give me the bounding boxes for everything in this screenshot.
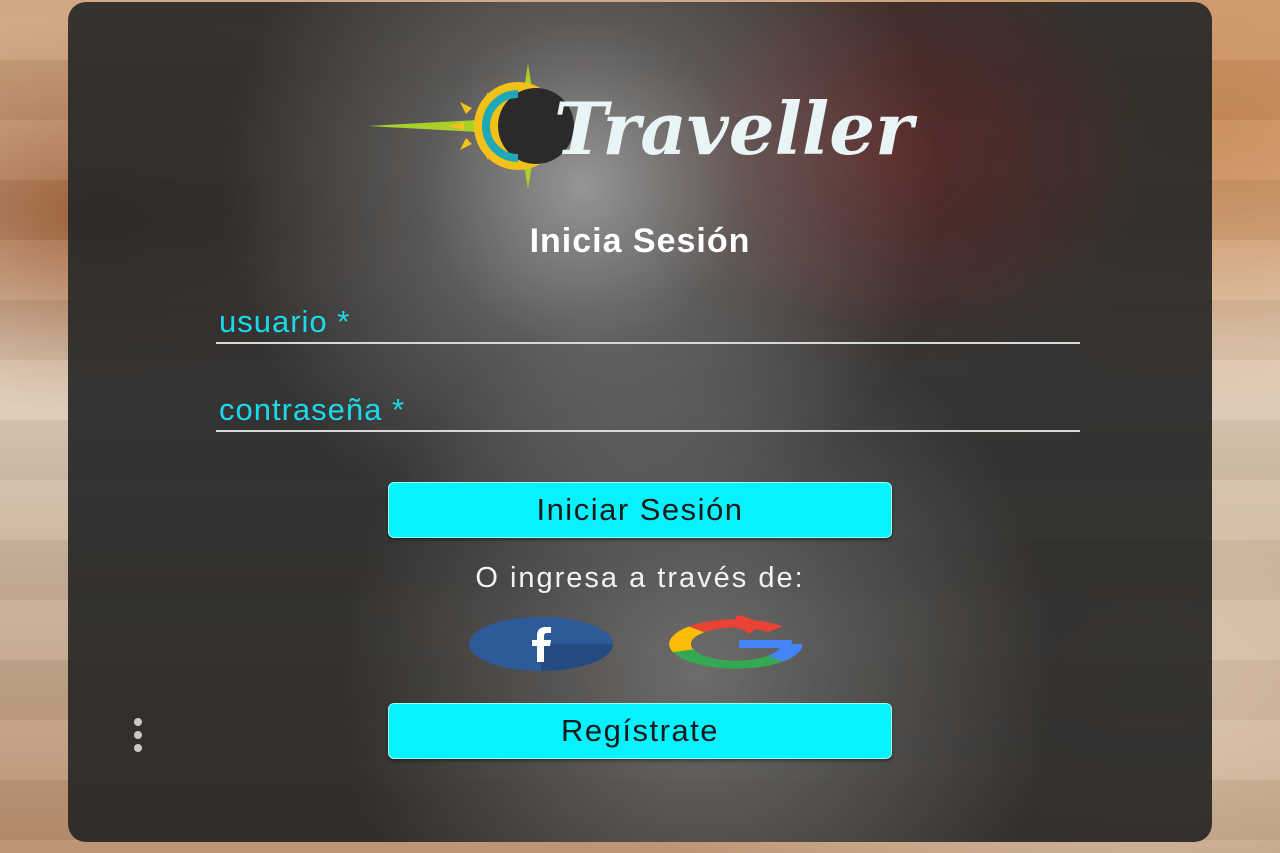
dot (134, 744, 142, 752)
more-options-icon[interactable] (126, 718, 150, 752)
register-button[interactable]: Regístrate (388, 703, 892, 759)
traveller-logo: Traveller (368, 64, 918, 189)
password-placeholder: contraseña * (219, 392, 406, 427)
google-icon[interactable] (662, 614, 810, 674)
facebook-icon[interactable] (468, 616, 614, 672)
username-placeholder: usuario * (219, 304, 351, 339)
dot (134, 731, 142, 739)
username-field[interactable]: usuario * (216, 298, 1080, 344)
page-title: Inicia Sesión (529, 222, 751, 260)
dot (134, 718, 142, 726)
login-card: Traveller Inicia Sesión usuario * contra… (68, 2, 1212, 842)
login-button[interactable]: Iniciar Sesión (388, 482, 892, 538)
svg-text:Traveller: Traveller (554, 86, 918, 171)
alt-login-label: O ingresa a través de: (475, 562, 805, 594)
password-field[interactable]: contraseña * (216, 386, 1080, 432)
